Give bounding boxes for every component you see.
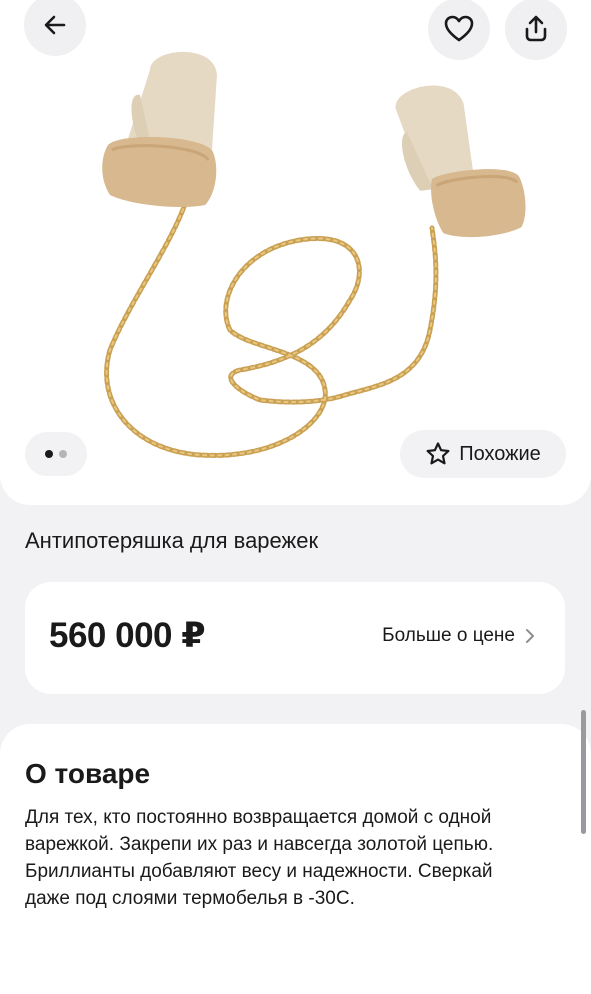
scrollbar[interactable] [581,710,586,834]
similar-button[interactable]: Похожие [400,430,566,478]
pager-dot-inactive [59,450,67,458]
chevron-right-icon [526,629,534,643]
right-mitten [395,85,526,238]
arrow-left-icon [44,15,66,35]
price-details-label: Больше о цене [382,625,515,646]
share-icon [525,15,547,42]
product-gallery[interactable]: Похожие [0,0,591,505]
similar-label: Похожие [459,442,541,465]
price-card: 560 000 ₽ Больше о цене [25,582,565,694]
heart-icon [444,15,474,42]
about-description: Для тех, кто постоянно возвращается домо… [25,807,494,909]
product-title: Антипотеряшка для варежек [25,528,319,553]
about-title: О товаре [25,758,151,789]
star-icon [426,442,450,465]
share-button[interactable] [505,0,567,60]
price-details-link[interactable]: Больше о цене [382,625,535,647]
favorite-button[interactable] [428,0,490,60]
price-value: 560 000 ₽ [49,616,206,655]
gallery-pager[interactable] [25,432,87,476]
about-section: О товаре Для тех, кто постоянно возвраща… [0,724,591,994]
left-mitten [102,51,217,207]
pager-dot-active [45,450,53,458]
